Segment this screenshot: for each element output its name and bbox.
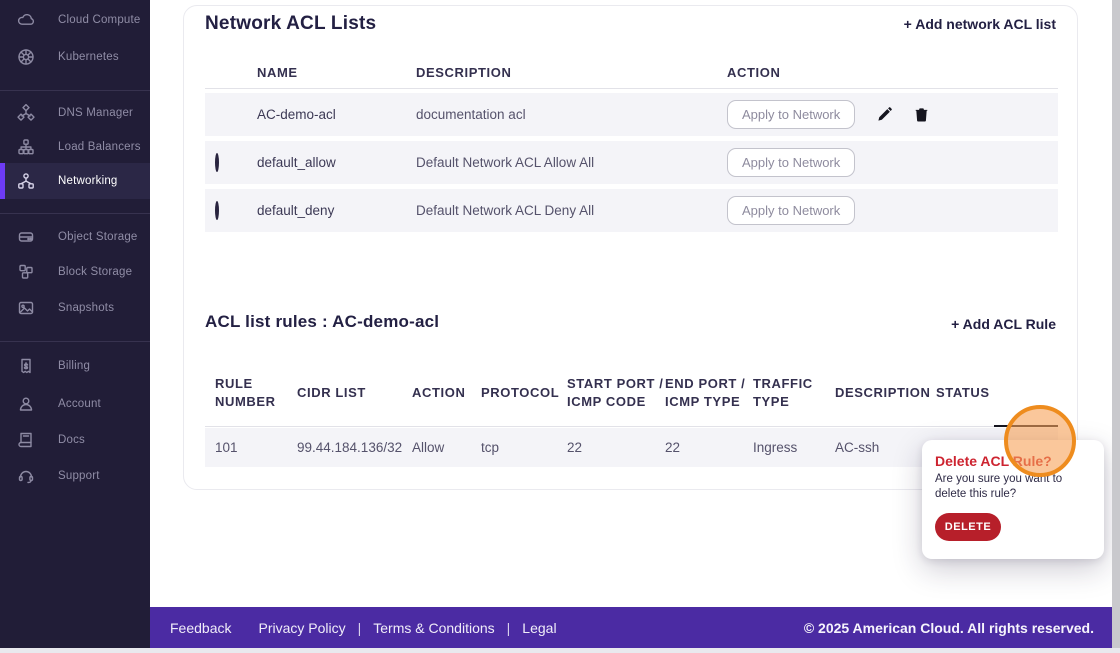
acl-name: default_allow: [257, 155, 336, 170]
person-icon: [17, 395, 35, 413]
column-header-end-port: END PORT / ICMP TYPE: [665, 375, 746, 409]
kubernetes-helm-icon: [17, 48, 35, 66]
sidebar-item-label: Load Balancers: [58, 141, 141, 153]
rule-cidr: 99.44.184.136/32: [297, 440, 403, 455]
column-header-description: DESCRIPTION: [835, 384, 931, 400]
sidebar-item-label: DNS Manager: [58, 107, 134, 119]
book-icon: [17, 431, 35, 449]
sidebar-item-label: Block Storage: [58, 266, 133, 278]
sidebar-item-label: Snapshots: [58, 302, 115, 314]
delete-trash-icon[interactable]: [913, 107, 929, 123]
rule-description: AC-ssh: [835, 440, 880, 455]
popup-message: Are you sure you want to delete this rul…: [935, 473, 1063, 500]
delete-button[interactable]: DELETE: [935, 513, 1001, 541]
sidebar-item-kubernetes[interactable]: Kubernetes: [0, 39, 150, 75]
column-header-protocol: PROTOCOL: [481, 384, 560, 400]
sidebar-item-docs[interactable]: Docs: [0, 422, 150, 458]
network-tree-icon: [17, 172, 35, 190]
scrollbar[interactable]: [1112, 0, 1120, 648]
headset-icon: [17, 467, 35, 485]
sidebar-item-cloud-compute[interactable]: Cloud Compute: [0, 2, 150, 38]
rule-end-port: 22: [665, 440, 681, 455]
acl-rules-table-header: RULE NUMBER CIDR LIST ACTION PROTOCOL ST…: [205, 359, 1058, 427]
sidebar-item-label: Support: [58, 470, 100, 482]
click-indicator: [1004, 405, 1076, 477]
acl-lists-table-header: NAME DESCRIPTION ACTION: [205, 56, 1058, 89]
sidebar-item-label: Networking: [58, 175, 118, 187]
apply-to-network-button[interactable]: Apply to Network: [727, 148, 856, 177]
sidebar-item-billing[interactable]: Billing: [0, 348, 150, 384]
acl-selected-radio[interactable]: [215, 153, 219, 172]
footer: Feedback Privacy Policy | Terms & Condit…: [150, 607, 1120, 648]
column-header-name: NAME: [257, 64, 298, 80]
rule-action: Allow: [412, 440, 445, 455]
column-header-cidr-list: CIDR LIST: [297, 384, 366, 400]
acl-selected-radio[interactable]: [215, 201, 219, 220]
sidebar-item-label: Cloud Compute: [58, 14, 141, 26]
sidebar-item-snapshots[interactable]: Snapshots: [0, 290, 150, 326]
column-header-action: ACTION: [412, 384, 466, 400]
footer-separator: |: [506, 619, 511, 636]
footer-link-terms[interactable]: Terms & Conditions: [373, 620, 494, 636]
receipt-icon: [17, 357, 35, 375]
column-header-status: STATUS: [936, 384, 990, 400]
sidebar: Cloud Compute Kubernetes DNS Manager Loa…: [0, 0, 150, 648]
sidebar-item-label: Billing: [58, 360, 91, 372]
drive-icon: [17, 228, 35, 246]
footer-link-privacy-policy[interactable]: Privacy Policy: [258, 620, 345, 636]
dns-nodes-icon: [17, 104, 35, 122]
sidebar-item-networking[interactable]: Networking: [0, 163, 150, 199]
sidebar-divider: [0, 213, 150, 214]
sidebar-item-label: Account: [58, 398, 101, 410]
rule-number: 101: [215, 440, 238, 455]
column-header-rule-number: RULE NUMBER: [215, 375, 276, 409]
acl-name: default_deny: [257, 203, 335, 218]
table-row: default_allow Default Network ACL Allow …: [205, 141, 1058, 184]
footer-link-feedback[interactable]: Feedback: [170, 620, 231, 636]
cloud-icon: [17, 11, 35, 29]
column-header-description: DESCRIPTION: [416, 64, 512, 80]
sidebar-item-block-storage[interactable]: Block Storage: [0, 254, 150, 290]
sidebar-item-object-storage[interactable]: Object Storage: [0, 219, 150, 255]
bottom-strip: [0, 648, 1120, 653]
sidebar-item-support[interactable]: Support: [0, 458, 150, 494]
sidebar-item-load-balancers[interactable]: Load Balancers: [0, 129, 150, 165]
acl-lists-title: Network ACL Lists: [205, 13, 377, 34]
add-acl-rule-link[interactable]: + Add ACL Rule: [951, 316, 1056, 332]
sidebar-item-label: Docs: [58, 434, 86, 446]
network-acl-card: Network ACL Lists + Add network ACL list…: [183, 5, 1078, 490]
sidebar-item-dns-manager[interactable]: DNS Manager: [0, 95, 150, 131]
column-header-action: ACTION: [727, 64, 781, 80]
column-header-traffic-type: TRAFFIC TYPE: [753, 375, 813, 409]
apply-to-network-button[interactable]: Apply to Network: [727, 100, 856, 129]
acl-name: AC-demo-acl: [257, 107, 336, 122]
sidebar-item-label: Object Storage: [58, 231, 138, 243]
apply-to-network-button[interactable]: Apply to Network: [727, 196, 856, 225]
edit-pencil-icon[interactable]: [876, 107, 892, 123]
rule-traffic-type: Ingress: [753, 440, 798, 455]
sidebar-item-account[interactable]: Account: [0, 386, 150, 422]
image-icon: [17, 299, 35, 317]
footer-link-legal[interactable]: Legal: [522, 620, 556, 636]
acl-description: Default Network ACL Deny All: [416, 203, 595, 218]
sidebar-item-label: Kubernetes: [58, 51, 119, 63]
load-balancer-icon: [17, 138, 35, 156]
column-header-start-port: START PORT / ICMP CODE: [567, 375, 664, 409]
table-row: default_deny Default Network ACL Deny Al…: [205, 189, 1058, 232]
cubes-icon: [17, 263, 35, 281]
acl-description: Default Network ACL Allow All: [416, 155, 595, 170]
acl-rules-title: ACL list rules : AC-demo-acl: [205, 312, 440, 331]
rule-start-port: 22: [567, 440, 583, 455]
rule-protocol: tcp: [481, 440, 500, 455]
acl-description: documentation acl: [416, 107, 526, 122]
sidebar-divider: [0, 90, 150, 91]
add-network-acl-list-link[interactable]: + Add network ACL list: [904, 16, 1056, 32]
footer-separator: |: [357, 619, 362, 636]
table-row: AC-demo-acl documentation acl Apply to N…: [205, 93, 1058, 136]
footer-copyright: © 2025 American Cloud. All rights reserv…: [803, 619, 1094, 636]
sidebar-divider: [0, 341, 150, 342]
